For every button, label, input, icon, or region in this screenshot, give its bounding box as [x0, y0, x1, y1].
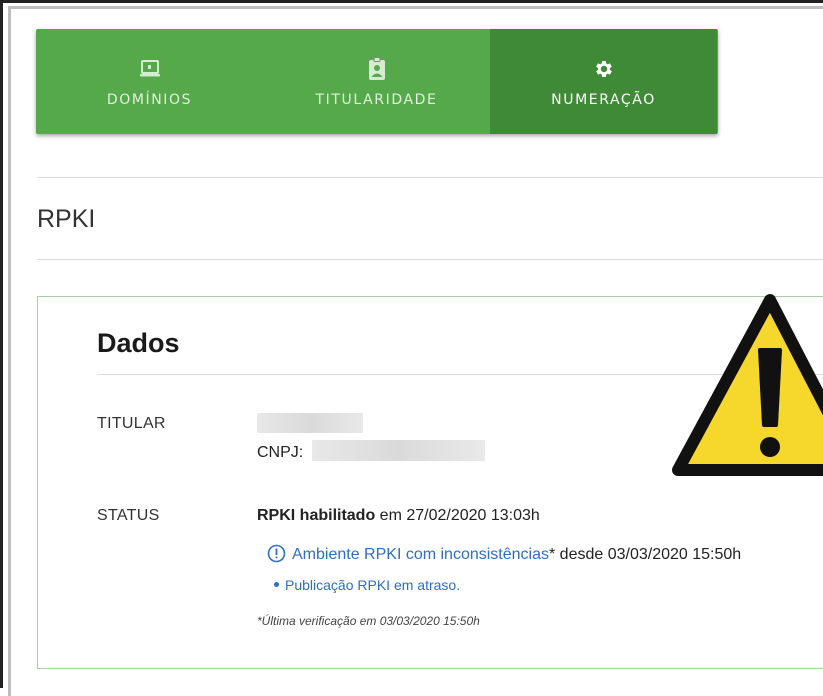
warning-icon: [668, 290, 823, 480]
page-title: RPKI: [37, 205, 96, 233]
redacted-cnpj: [312, 440, 485, 461]
tab-numeracao[interactable]: NUMERAÇÃO: [490, 29, 717, 134]
verification-note: *Última verificação em 03/03/2020 15:50h: [257, 614, 480, 628]
tab-dominios[interactable]: DOMÍNIOS: [36, 29, 263, 134]
tab-label: DOMÍNIOS: [106, 91, 193, 108]
list-item: Publicação RPKI em atraso.: [274, 577, 460, 593]
divider: [37, 177, 823, 178]
tab-bar: DOMÍNIOS TITULARIDADE NUMERAÇÃO: [36, 29, 718, 134]
alert-since: * desde 03/03/2020 15:50h: [549, 546, 742, 563]
list-item-text: Publicação RPKI em atraso.: [285, 577, 461, 593]
id-badge-icon: [368, 56, 386, 82]
status-label: STATUS: [97, 507, 160, 524]
section-title: Dados: [97, 328, 180, 358]
tab-titularidade[interactable]: TITULARIDADE: [263, 29, 490, 134]
gear-icon: [593, 56, 615, 82]
status-enabled: RPKI habilitado: [257, 507, 376, 524]
cnpj-label: CNPJ:: [257, 444, 304, 461]
bullet-icon: [274, 582, 279, 587]
redacted-name: [257, 413, 363, 433]
status-date: em 27/02/2020 13:03h: [375, 507, 540, 524]
titular-label: TITULAR: [97, 415, 166, 432]
tab-label: NUMERAÇÃO: [551, 91, 656, 108]
laptop-icon: [139, 56, 161, 82]
alert-line: Ambiente RPKI com inconsistências* desde…: [267, 544, 741, 568]
tab-label: TITULARIDADE: [315, 91, 438, 108]
info-icon: [267, 544, 286, 568]
divider: [37, 259, 823, 260]
status-text: RPKI habilitado em 27/02/2020 13:03h: [257, 507, 540, 525]
alert-link[interactable]: Ambiente RPKI com inconsistências: [292, 546, 549, 563]
